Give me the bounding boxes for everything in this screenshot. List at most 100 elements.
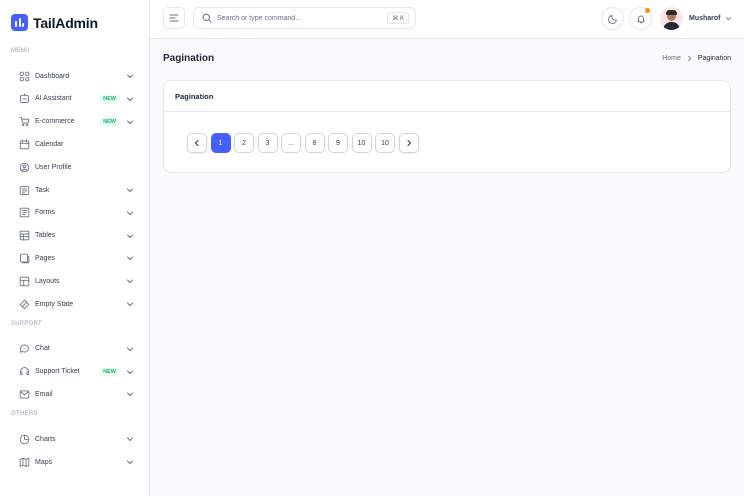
search-icon [202, 13, 212, 23]
dark-mode-toggle-button[interactable] [601, 7, 624, 30]
page-button-3[interactable]: 3 [257, 133, 278, 153]
sidebar-item-tables[interactable]: Tables [11, 226, 139, 246]
calendar-icon [16, 136, 32, 152]
user-menu[interactable]: Musharof [660, 7, 732, 30]
chevron-left-icon [194, 139, 199, 147]
sidebar-item-label: Chat [35, 345, 50, 353]
nav-group-title-menu: MENU [11, 48, 30, 54]
chevron-down-icon [125, 94, 135, 104]
chevron-right-icon [406, 139, 411, 147]
chevron-down-icon [125, 276, 135, 286]
sidebar-toggle-button[interactable] [163, 7, 185, 29]
sidebar: TailAdmin MENU Dashboard AI Assistant NEW E-… [0, 0, 150, 496]
ai-icon [16, 91, 32, 107]
sidebar-item-label: Task [35, 186, 50, 194]
sidebar-item-label: Layouts [35, 277, 60, 285]
chevron-down-icon [125, 71, 135, 81]
sidebar-item-support-ticket[interactable]: Support Ticket NEW [11, 362, 139, 382]
top-header: ⌘ K Musharof [150, 0, 744, 39]
user-name: Musharof [689, 15, 721, 22]
sidebar-item-layouts[interactable]: Layouts [11, 271, 139, 291]
chevron-right-icon [686, 55, 693, 62]
breadcrumb-current: Pagination [697, 55, 731, 62]
new-badge: NEW [99, 93, 120, 104]
sidebar-item-label: Tables [35, 232, 56, 240]
moon-icon [607, 14, 617, 24]
table-icon [16, 228, 32, 244]
forms-icon [16, 205, 32, 221]
sidebar-item-label: Empty State [35, 300, 74, 308]
page-button-8[interactable]: 8 [304, 133, 325, 153]
notifications-button[interactable] [629, 7, 652, 30]
empty-state-icon [16, 296, 32, 312]
sidebar-item-label: Forms [35, 209, 55, 217]
mail-icon [16, 386, 32, 402]
search-input[interactable] [217, 14, 377, 22]
sidebar-item-e-commerce[interactable]: E-commerce NEW [11, 112, 139, 132]
nav-group-title-support: SUPPORT [11, 320, 42, 327]
new-badge: NEW [99, 116, 120, 127]
sidebar-item-email[interactable]: Email [11, 384, 139, 404]
sidebar-item-label: Pages [35, 254, 55, 262]
chevron-down-icon [125, 185, 135, 195]
user-circle-icon [16, 159, 32, 175]
sidebar-item-label: Support Ticket [35, 368, 80, 376]
page-button-1[interactable]: 1 [210, 133, 231, 153]
chevron-down-icon [125, 117, 135, 127]
sidebar-item-label: Email [35, 390, 53, 398]
chevron-down-icon [125, 457, 135, 467]
sidebar-item-empty-state[interactable]: Empty State [11, 294, 139, 314]
pagination: 1 2 3... 8 9 10 10 [187, 133, 422, 153]
pagination-ellipsis: ... [281, 133, 301, 153]
sidebar-item-task[interactable]: Task [11, 180, 139, 200]
sidebar-item-ai-assistant[interactable]: AI Assistant NEW [11, 89, 139, 109]
chevron-down-icon [125, 231, 135, 241]
page-button-2[interactable]: 2 [234, 133, 254, 153]
layouts-icon [16, 273, 32, 289]
pie-chart-icon [16, 431, 32, 447]
nav-group-title-others: OTHERS [11, 411, 38, 418]
pagination-card: Pagination 1 2 3... 8 9 10 10 [163, 80, 731, 173]
sidebar-item-pages[interactable]: Pages [11, 248, 139, 268]
app-name: TailAdmin [33, 14, 98, 31]
sidebar-item-forms[interactable]: Forms [11, 203, 139, 223]
card-title: Pagination [164, 81, 730, 112]
page-button-10[interactable]: 10 [351, 133, 372, 153]
logo-icon [11, 14, 28, 31]
notification-dot [645, 8, 650, 13]
sidebar-item-label: User Profile [35, 163, 72, 171]
page-button-9[interactable]: 9 [328, 133, 348, 153]
sidebar-item-calendar[interactable]: Calendar [11, 134, 139, 154]
headset-icon [16, 364, 32, 380]
task-icon [16, 182, 32, 198]
chevron-down-icon [125, 389, 135, 399]
page-button-10[interactable]: 10 [375, 133, 395, 153]
sidebar-item-chat[interactable]: Chat [11, 339, 139, 359]
breadcrumb: Home Pagination [662, 55, 731, 62]
map-icon [16, 454, 32, 470]
chevron-down-icon [125, 367, 135, 377]
next-page-button[interactable] [398, 133, 419, 153]
chevron-down-icon [125, 253, 135, 263]
chevron-down-icon [125, 434, 135, 444]
sidebar-item-label: Calendar [35, 140, 64, 148]
chat-icon [16, 341, 32, 357]
bell-icon [636, 15, 645, 23]
chevron-down-icon [125, 208, 135, 218]
sidebar-item-user-profile[interactable]: User Profile [11, 157, 139, 177]
previous-page-button[interactable] [187, 133, 207, 153]
sidebar-item-maps[interactable]: Maps [11, 452, 139, 472]
sidebar-item-charts[interactable]: Charts [11, 429, 139, 449]
sidebar-item-label: Maps [35, 458, 53, 466]
sidebar-item-dashboard[interactable]: Dashboard [11, 66, 139, 86]
breadcrumb-home-link[interactable]: Home [662, 55, 681, 62]
cart-icon [16, 114, 32, 130]
sidebar-item-label: Dashboard [35, 72, 70, 80]
chevron-down-icon [125, 299, 135, 309]
app-logo[interactable]: TailAdmin [11, 14, 98, 31]
sidebar-item-label: E-commerce [35, 118, 75, 126]
chevron-down-icon [125, 344, 135, 354]
search-box[interactable]: ⌘ K [193, 7, 416, 29]
page-title: Pagination [163, 53, 215, 64]
grid-icon [16, 68, 32, 84]
